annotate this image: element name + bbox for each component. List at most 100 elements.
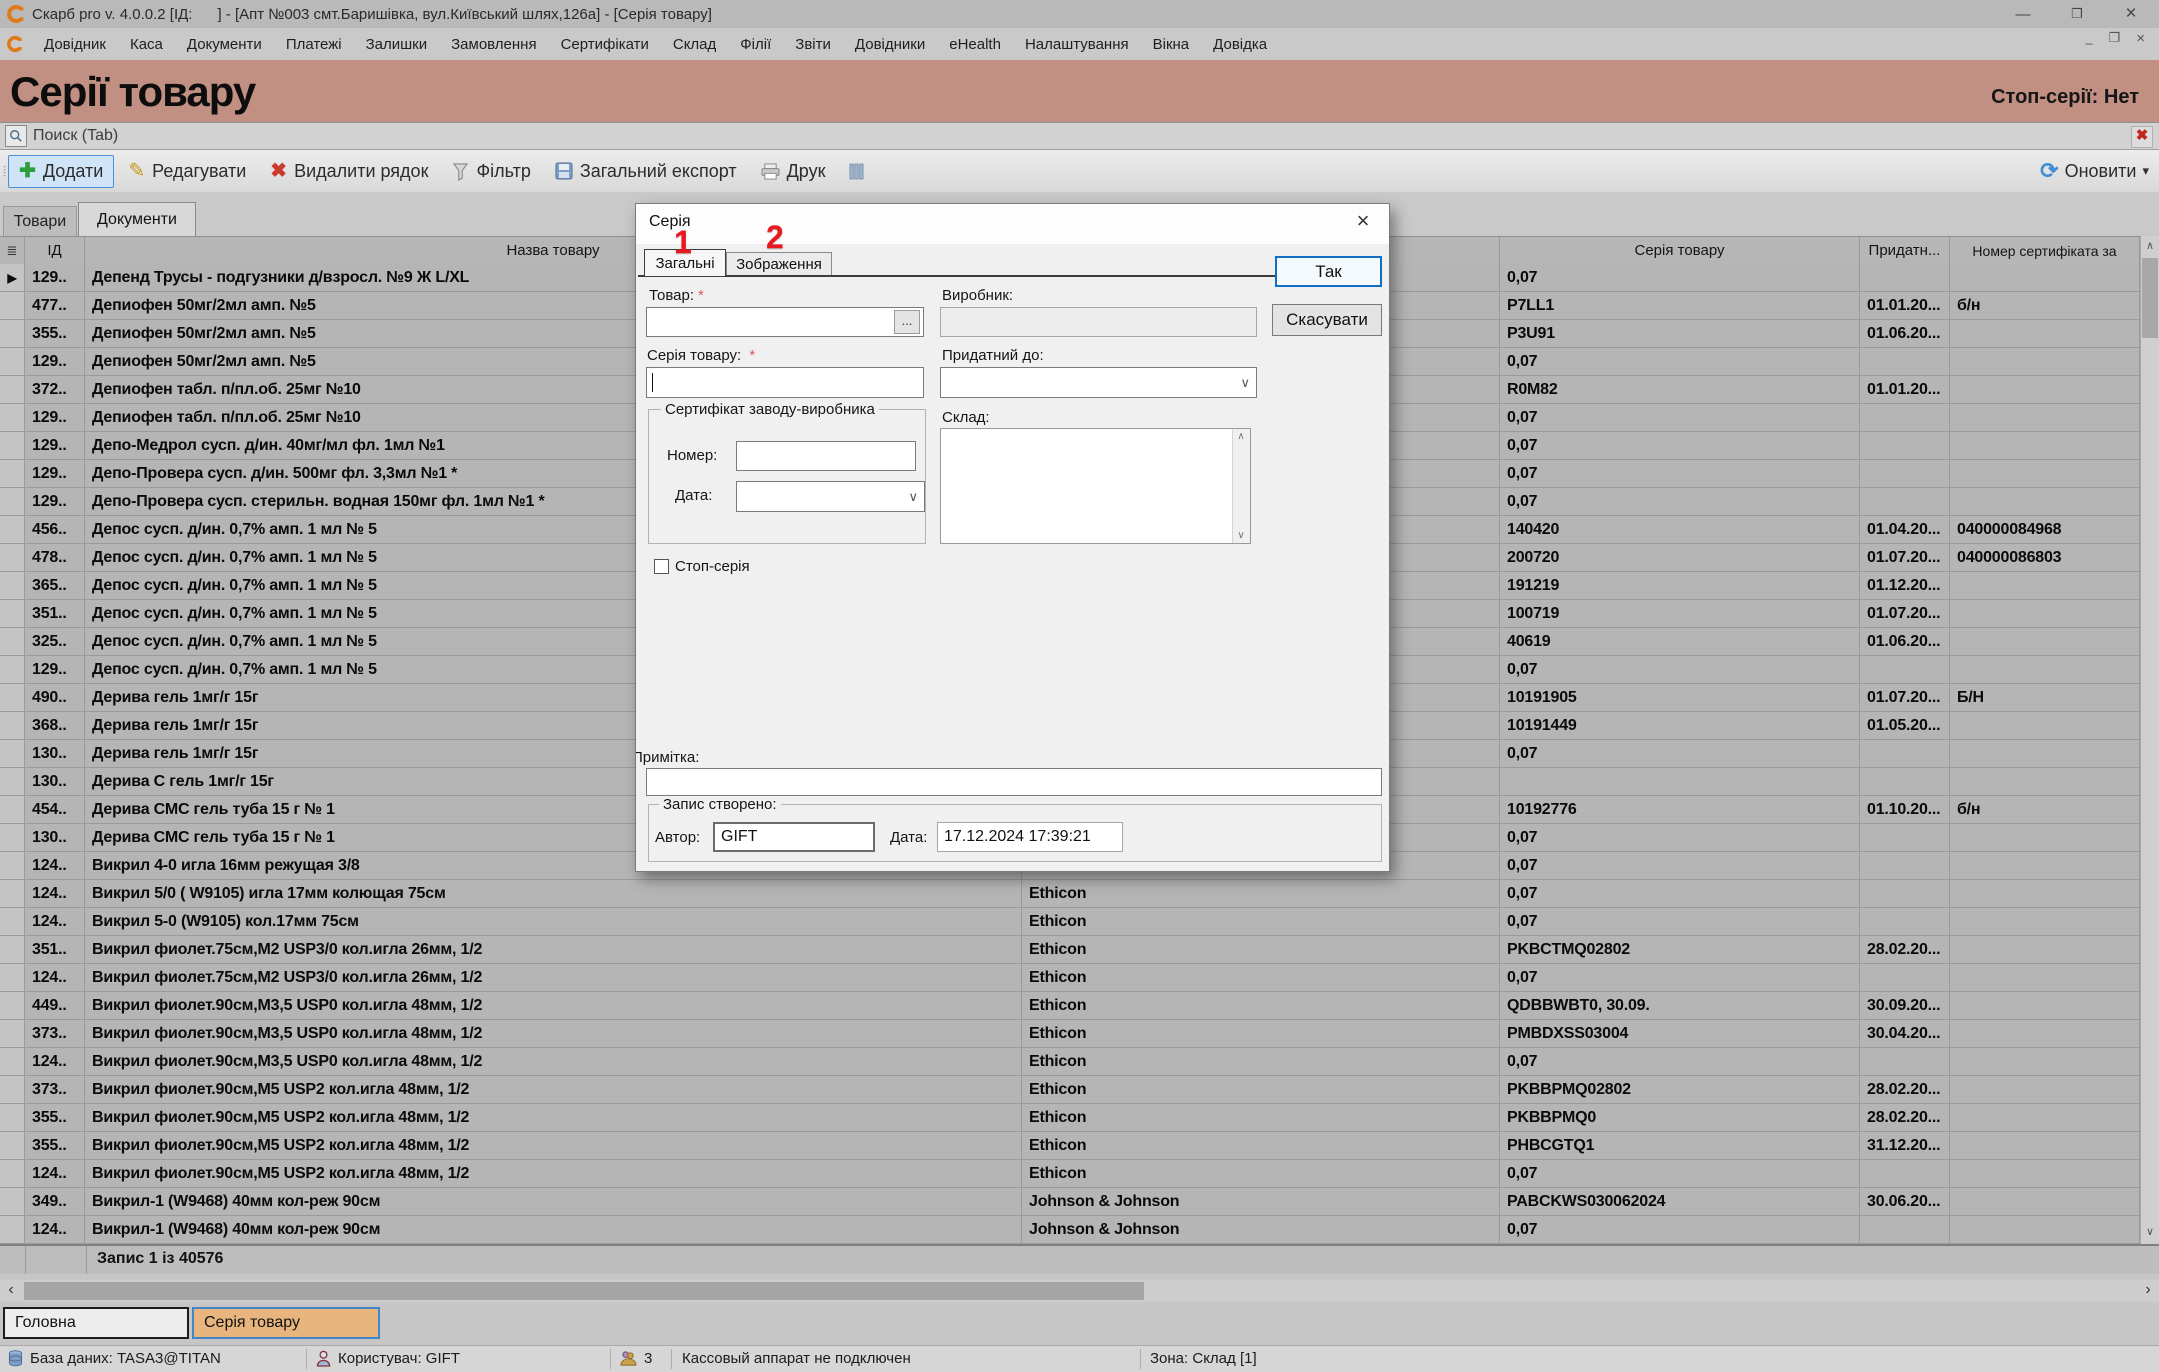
cell-mfr: Ethicon xyxy=(1022,992,1500,1020)
scroll-down-icon[interactable]: ∨ xyxy=(2141,1222,2159,1242)
refresh-button[interactable]: ⟳ Оновити ▾ xyxy=(2040,150,2149,192)
minimize-button[interactable]: — xyxy=(2013,6,2033,23)
table-row[interactable]: 349..Викрил-1 (W9468) 40мм кол-реж 90смJ… xyxy=(0,1188,2140,1216)
columns-button[interactable] xyxy=(839,158,874,185)
menu-item-8[interactable]: Склад xyxy=(661,32,728,57)
author-input[interactable]: GIFT xyxy=(713,822,875,852)
cell-series: P3U91 xyxy=(1500,320,1860,348)
cell-valid: 30.04.20... xyxy=(1860,1020,1950,1048)
table-row[interactable]: 124..Викрил фиолет.90см,М5 USP2 кол.игла… xyxy=(0,1160,2140,1188)
cell-cert: 040000086803 xyxy=(1950,544,2140,572)
cert-number-input[interactable] xyxy=(736,441,916,471)
table-row[interactable]: 373..Викрил фиолет.90см,М3,5 USP0 кол.иг… xyxy=(0,1020,2140,1048)
cancel-button[interactable]: Скасувати xyxy=(1272,304,1382,336)
menu-item-14[interactable]: Вікна xyxy=(1141,32,1202,57)
table-row[interactable]: 449..Викрил фиолет.90см,М3,5 USP0 кол.иг… xyxy=(0,992,2140,1020)
delete-row-button[interactable]: ✖ Видалити рядок xyxy=(260,156,438,187)
column-header-cert[interactable]: Номер сертифіката за xyxy=(1950,237,2140,265)
search-input[interactable]: Поиск (Tab) xyxy=(33,127,118,145)
print-button[interactable]: Друк xyxy=(751,156,836,187)
series-input[interactable] xyxy=(646,367,924,398)
menu-item-2[interactable]: Каса xyxy=(118,32,175,57)
column-header-series[interactable]: Серія товару xyxy=(1500,237,1860,265)
mdi-close-button[interactable]: × xyxy=(2136,30,2145,47)
table-row[interactable]: 351..Викрил фиолет.75см,М2 USP3/0 кол.иг… xyxy=(0,936,2140,964)
cell-cert xyxy=(1950,264,2140,292)
product-lookup-button[interactable]: ... xyxy=(894,310,920,334)
stock-listbox[interactable]: ∧ ∨ xyxy=(940,428,1251,544)
search-clear-icon[interactable]: ✖ xyxy=(2131,126,2153,148)
table-row[interactable]: 124..Викрил 5/0 ( W9105) игла 17мм колющ… xyxy=(0,880,2140,908)
column-header-id[interactable]: ІД xyxy=(25,237,85,265)
vertical-scroll-thumb[interactable] xyxy=(2142,258,2158,338)
chevron-down-icon[interactable]: ∨ xyxy=(908,489,918,505)
horizontal-scrollbar[interactable]: ‹ › xyxy=(0,1280,2159,1302)
table-row[interactable]: 355..Викрил фиолет.90см,М5 USP2 кол.игла… xyxy=(0,1104,2140,1132)
cell-name: Викрил 5-0 (W9105) кол.17мм 75см xyxy=(85,908,1022,936)
columns-grid-icon xyxy=(849,163,864,180)
scroll-right-icon[interactable]: › xyxy=(2137,1280,2159,1302)
chevron-down-icon[interactable]: ▾ xyxy=(2142,163,2149,179)
valid-until-combobox[interactable]: ∨ xyxy=(940,367,1257,398)
close-button[interactable]: × xyxy=(2121,3,2141,25)
horizontal-scroll-thumb[interactable] xyxy=(24,1282,1144,1300)
certificate-group-label: Сертифікат заводу-виробника xyxy=(661,401,879,418)
menu-item-3[interactable]: Документи xyxy=(175,32,274,57)
menu-item-12[interactable]: eHealth xyxy=(937,32,1013,57)
scroll-down-icon[interactable]: ∨ xyxy=(1233,530,1249,541)
cell-valid xyxy=(1860,488,1950,516)
search-bar[interactable]: Поиск (Tab) ✖ xyxy=(0,122,2159,150)
cell-valid xyxy=(1860,432,1950,460)
table-row[interactable]: 124..Викрил 5-0 (W9105) кол.17мм 75смEth… xyxy=(0,908,2140,936)
cell-cert xyxy=(1950,908,2140,936)
table-row[interactable]: 124..Викрил-1 (W9468) 40мм кол-реж 90смJ… xyxy=(0,1216,2140,1244)
chevron-down-icon[interactable]: ∨ xyxy=(1240,375,1250,391)
stop-series-checkbox[interactable] xyxy=(654,559,669,574)
restore-button[interactable]: ❐ xyxy=(2067,6,2087,22)
menu-item-4[interactable]: Платежі xyxy=(274,32,354,57)
product-input[interactable]: ... xyxy=(646,307,924,337)
mdi-restore-button[interactable]: ❐ xyxy=(2109,30,2121,47)
export-button[interactable]: Загальний експорт xyxy=(545,156,747,187)
listbox-scrollbar[interactable]: ∧ ∨ xyxy=(1232,429,1250,543)
scroll-left-icon[interactable]: ‹ xyxy=(0,1280,22,1302)
menu-item-10[interactable]: Звіти xyxy=(783,32,843,57)
note-input[interactable] xyxy=(646,768,1382,796)
table-menu-icon[interactable]: ≣ xyxy=(0,237,25,265)
menu-item-13[interactable]: Налаштування xyxy=(1013,32,1141,57)
edit-button[interactable]: ✎ Редагувати xyxy=(118,156,256,187)
toolbar-drag-handle[interactable]: ⦙ xyxy=(3,166,4,176)
tab-documents[interactable]: Документи xyxy=(78,202,196,236)
cell-id: 130.. xyxy=(25,768,85,796)
tab-home[interactable]: Головна xyxy=(3,1307,189,1339)
tab-products[interactable]: Товари xyxy=(3,206,77,236)
menu-item-6[interactable]: Замовлення xyxy=(439,32,548,57)
table-row[interactable]: 124..Викрил фиолет.90см,М3,5 USP0 кол.иг… xyxy=(0,1048,2140,1076)
menu-item-7[interactable]: Сертифікати xyxy=(549,32,661,57)
table-row[interactable]: 124..Викрил фиолет.75см,М2 USP3/0 кол.иг… xyxy=(0,964,2140,992)
created-date-input[interactable]: 17.12.2024 17:39:21 xyxy=(937,822,1123,852)
cell-id: 355.. xyxy=(25,1104,85,1132)
scroll-up-icon[interactable]: ∧ xyxy=(1233,431,1249,442)
refresh-button-label: Оновити xyxy=(2065,161,2137,182)
cert-date-combobox[interactable]: ∨ xyxy=(736,481,925,512)
ok-button[interactable]: Так xyxy=(1275,256,1382,287)
cell-valid: 28.02.20... xyxy=(1860,1076,1950,1104)
mdi-minimize-button[interactable]: _ xyxy=(2085,30,2092,47)
menu-item-5[interactable]: Залишки xyxy=(354,32,440,57)
print-button-label: Друк xyxy=(787,161,826,182)
filter-button[interactable]: Фільтр xyxy=(442,156,540,187)
scroll-up-icon[interactable]: ∧ xyxy=(2141,236,2159,256)
add-button[interactable]: ✚ Додати xyxy=(8,155,114,188)
menu-item-1[interactable]: Довідник xyxy=(32,32,118,57)
table-row[interactable]: 355..Викрил фиолет.90см,М5 USP2 кол.игла… xyxy=(0,1132,2140,1160)
menu-item-11[interactable]: Довідники xyxy=(843,32,937,57)
table-row[interactable]: 373..Викрил фиолет.90см,М5 USP2 кол.игла… xyxy=(0,1076,2140,1104)
dialog-close-icon[interactable]: × xyxy=(1349,208,1377,234)
menu-item-15[interactable]: Довідка xyxy=(1201,32,1279,57)
tab-series-active[interactable]: Серія товару xyxy=(192,1307,380,1339)
certificate-group: Сертифікат заводу-виробника Номер: Дата:… xyxy=(648,409,926,544)
vertical-scrollbar[interactable]: ∧ ∨ xyxy=(2140,236,2159,1244)
menu-item-9[interactable]: Філії xyxy=(728,32,783,57)
column-header-valid[interactable]: Придатн... xyxy=(1860,237,1950,265)
